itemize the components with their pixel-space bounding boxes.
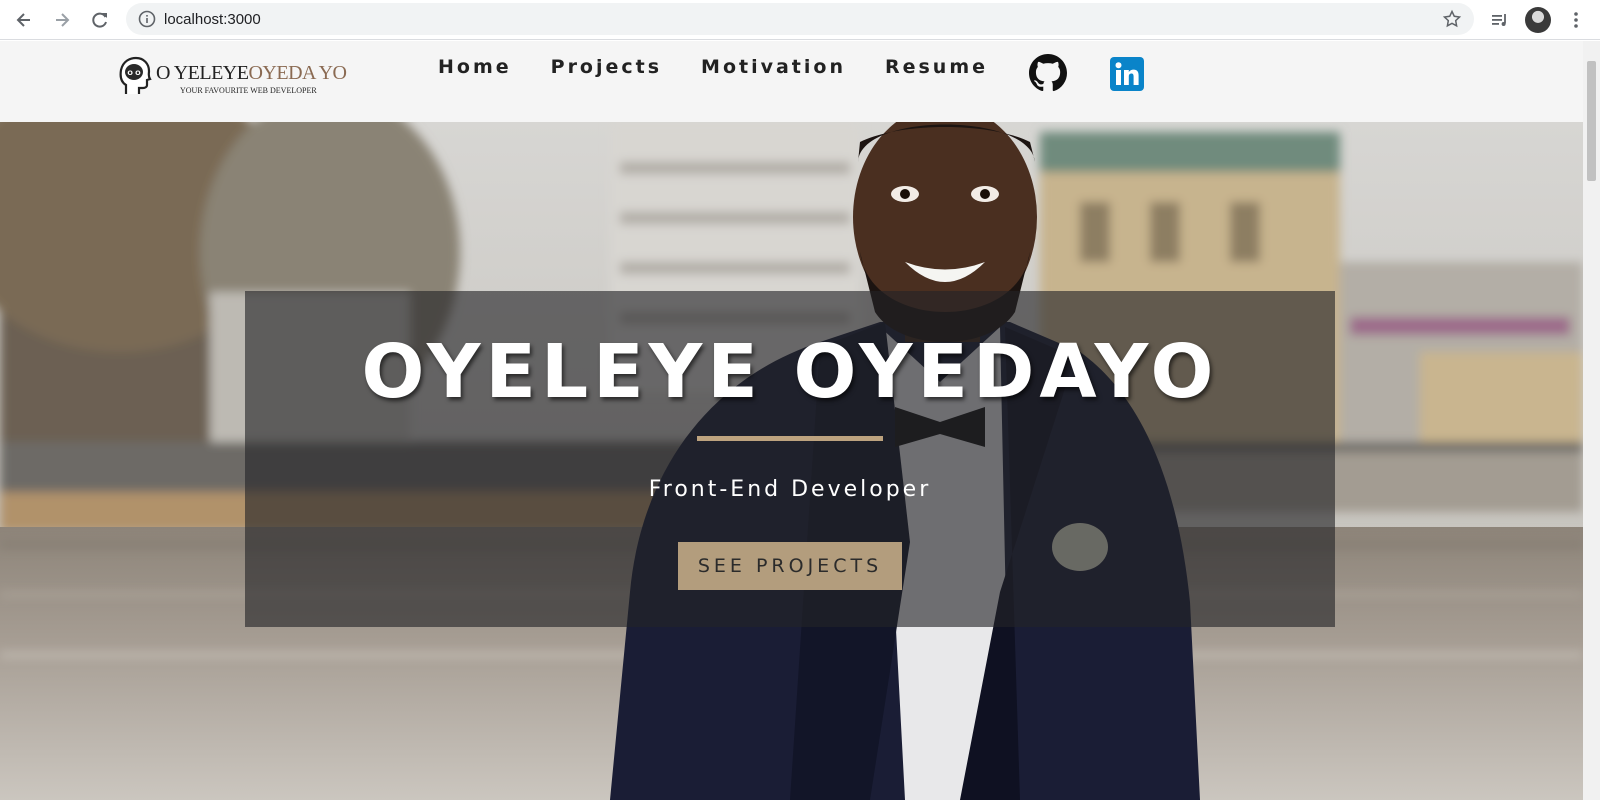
see-projects-button[interactable]: SEE PROJECTS bbox=[678, 542, 902, 590]
forward-button[interactable] bbox=[48, 6, 76, 34]
site-header: O O O YELEYEOYEDA YO YOUR FAVOURITE WEB … bbox=[0, 41, 1583, 122]
logo-name-part1: O YELEYE bbox=[156, 62, 249, 84]
logo-tagline: YOUR FAVOURITE WEB DEVELOPER bbox=[180, 86, 317, 95]
back-button[interactable] bbox=[10, 6, 38, 34]
nav-home[interactable]: Home bbox=[438, 56, 512, 78]
nav-resume[interactable]: Resume bbox=[885, 56, 988, 78]
page-scrollbar[interactable] bbox=[1583, 41, 1600, 800]
menu-button[interactable] bbox=[1562, 6, 1590, 34]
linkedin-link[interactable] bbox=[1110, 57, 1144, 95]
logo-name: O YELEYEOYEDA YO bbox=[156, 62, 347, 85]
linkedin-icon bbox=[1110, 57, 1144, 91]
svg-text:O O: O O bbox=[127, 69, 141, 77]
profile-button[interactable] bbox=[1524, 6, 1552, 34]
github-icon bbox=[1029, 54, 1067, 92]
logo-name-part2: OYEDA YO bbox=[248, 62, 347, 84]
media-controls-button[interactable] bbox=[1486, 6, 1514, 34]
kebab-menu-icon bbox=[1574, 12, 1578, 28]
nav-motivation[interactable]: Motivation bbox=[701, 56, 846, 78]
hero-subtitle: Front-End Developer bbox=[648, 477, 932, 502]
nav-projects[interactable]: Projects bbox=[551, 56, 662, 78]
forward-arrow-icon bbox=[56, 13, 70, 27]
page-viewport: O O O YELEYEOYEDA YO YOUR FAVOURITE WEB … bbox=[0, 41, 1600, 800]
reload-button[interactable] bbox=[86, 6, 114, 34]
url-text[interactable]: localhost:3000 bbox=[164, 11, 261, 28]
head-logo-icon: O O bbox=[119, 56, 152, 94]
hero-section: OYELEYE OYEDAYO Front-End Developer SEE … bbox=[0, 122, 1583, 800]
back-arrow-icon bbox=[16, 13, 30, 27]
hero-title: OYELEYE OYEDAYO bbox=[361, 329, 1219, 415]
main-nav: Home Projects Motivation Resume bbox=[438, 56, 1027, 78]
hero-divider bbox=[697, 436, 883, 441]
avatar bbox=[1525, 7, 1551, 33]
reload-icon bbox=[92, 12, 107, 28]
media-controls-icon bbox=[1492, 14, 1506, 26]
hero-overlay-panel: OYELEYE OYEDAYO Front-End Developer SEE … bbox=[245, 291, 1335, 627]
browser-toolbar: localhost:3000 bbox=[0, 0, 1600, 40]
info-icon[interactable] bbox=[138, 10, 156, 32]
github-link[interactable] bbox=[1029, 54, 1067, 96]
scrollbar-thumb[interactable] bbox=[1587, 61, 1596, 181]
site-logo[interactable]: O O O YELEYEOYEDA YO YOUR FAVOURITE WEB … bbox=[118, 56, 348, 98]
star-icon[interactable] bbox=[1442, 9, 1462, 33]
address-bar[interactable]: localhost:3000 bbox=[126, 3, 1474, 35]
